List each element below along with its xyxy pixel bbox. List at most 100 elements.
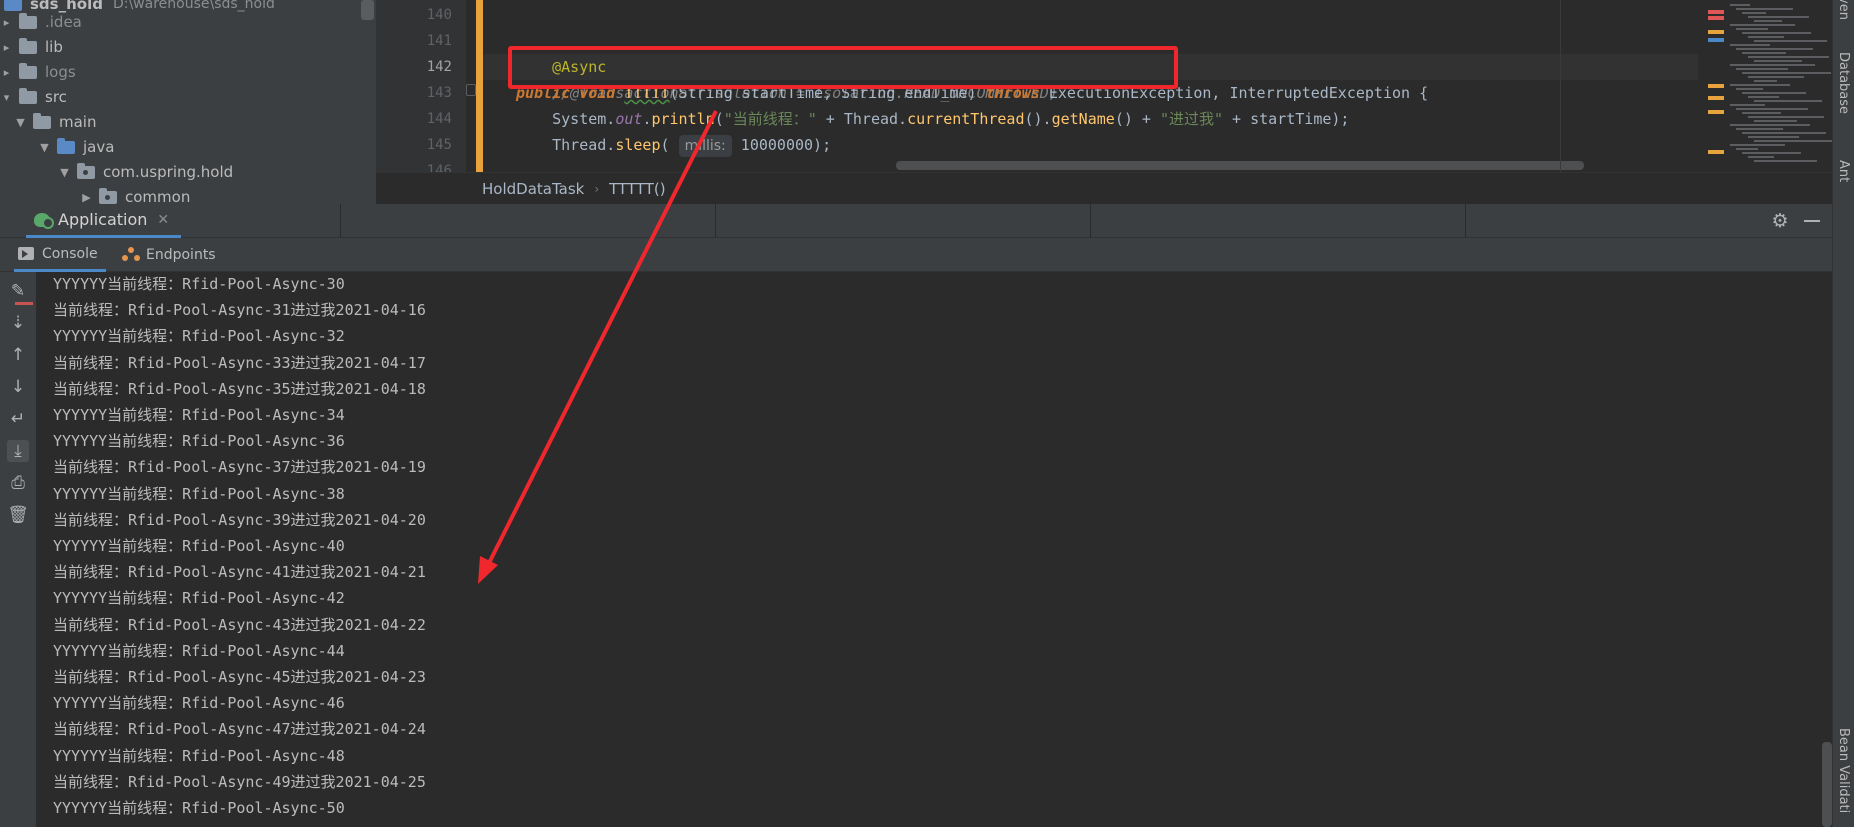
run-tool-window-header: Application ✕ ⚙ — [0, 204, 1832, 238]
sort-down-icon[interactable]: ⇣ — [7, 312, 29, 334]
scroll-to-end-icon[interactable]: ⤓ — [7, 440, 29, 462]
tab-application[interactable]: Application ✕ — [26, 204, 182, 238]
editor-horizontal-scrollbar[interactable] — [896, 161, 1584, 170]
method-call: getName — [1051, 110, 1115, 128]
console-line: YYYYYY当前线程：Rfid-Pool-Async-44 — [53, 641, 345, 660]
code-line-143[interactable]: public void TTTTT(String startTime, Stri… — [516, 80, 1428, 106]
minimap-line — [1736, 128, 1783, 130]
minimap-line — [1748, 56, 1829, 58]
folder-icon — [19, 38, 37, 54]
tree-item-logs[interactable]: ▸ logs — [0, 60, 76, 85]
folder-icon — [19, 13, 37, 29]
minimap-line — [1754, 100, 1822, 102]
minimap-line — [1730, 64, 1815, 66]
line-number-current: 142 — [426, 59, 452, 75]
tree-item-label: src — [45, 88, 67, 106]
endpoints-icon — [122, 247, 140, 263]
trash-icon[interactable]: 🗑 — [7, 504, 29, 526]
minimap-line — [1748, 156, 1774, 158]
breadcrumb-class[interactable]: HoldDataTask — [482, 180, 584, 198]
minimap-line — [1748, 36, 1784, 38]
tree-item-lib[interactable]: ▸ lib — [0, 35, 63, 60]
minimap-line — [1754, 60, 1802, 62]
code-line-142[interactable]: //@Transactional(isolation = Isolation.R… — [516, 54, 1058, 102]
tree-item-label: lib — [45, 38, 63, 56]
bean-validation-tab[interactable]: Bean Validati — [1836, 728, 1851, 813]
minimap-line — [1730, 24, 1795, 26]
tree-item-idea[interactable]: ▸ .idea — [0, 10, 82, 35]
spring-boot-run-icon — [34, 212, 54, 229]
string-literal: "当前线程：" — [723, 110, 817, 128]
chevron-right-icon[interactable]: ▸ — [0, 60, 13, 85]
chevron-right-icon[interactable]: ▸ — [0, 10, 13, 35]
minimap-line — [1748, 16, 1809, 18]
tree-item-main[interactable]: ▼ main — [14, 110, 96, 135]
console-line: 当前线程：Rfid-Pool-Async-35进过我2021-04-18 — [53, 379, 426, 398]
code-editor[interactable]: 140 141 142 143 144 145 146 @Async //@Tr… — [376, 0, 1832, 204]
console-line: 当前线程：Rfid-Pool-Async-45进过我2021-04-23 — [53, 668, 426, 686]
arrow-up-icon[interactable]: ↑ — [7, 344, 29, 366]
chevron-right-icon: › — [594, 181, 600, 196]
tree-item-label: logs — [45, 63, 76, 81]
code-line-144[interactable]: System.out.println("当前线程：" + Thread.curr… — [516, 106, 1349, 132]
minimize-icon[interactable] — [1804, 220, 1820, 222]
tree-item-package[interactable]: ▼ com.uspring.hold — [58, 160, 233, 185]
console-output[interactable]: YYYYYY当前线程：Rfid-Pool-Async-30 当前线程：Rfid-P… — [36, 272, 1832, 827]
tree-item-src[interactable]: ▾ src — [0, 85, 67, 110]
exception-list: ExecutionException, InterruptedException… — [1039, 84, 1429, 102]
console-line: 当前线程：Rfid-Pool-Async-41进过我2021-04-21 — [53, 563, 426, 582]
line-number: 143 — [426, 85, 452, 101]
chevron-right-icon[interactable]: ▶ — [80, 185, 93, 204]
tab-divider — [715, 204, 716, 238]
console-scrollbar[interactable] — [1822, 742, 1832, 827]
tree-item-label: java — [83, 138, 115, 156]
chevron-down-icon[interactable]: ▾ — [0, 85, 13, 110]
tab-application-label: Application — [58, 210, 148, 229]
database-tab[interactable]: Database — [1836, 52, 1851, 114]
method-call: sleep — [615, 136, 661, 154]
console-line: 当前线程：Rfid-Pool-Async-49进过我2021-04-25 — [53, 772, 426, 791]
clear-all-icon[interactable]: ✎ — [7, 280, 33, 305]
chevron-right-icon[interactable]: ▸ — [0, 35, 13, 60]
method-call: println — [651, 110, 715, 128]
minimap-line — [1730, 44, 1770, 46]
line-number: 141 — [426, 33, 452, 49]
minimap-line — [1748, 76, 1804, 78]
fold-icon[interactable] — [466, 84, 476, 96]
code-token: 10000000); — [731, 136, 832, 154]
code-line-145[interactable]: Thread.sleep( millis: 10000000); — [516, 132, 831, 158]
code-token: ( — [660, 136, 679, 154]
chevron-down-icon[interactable]: ▼ — [58, 160, 71, 185]
tree-item-java[interactable]: ▼ java — [38, 135, 114, 160]
code-line-141[interactable]: @Async — [516, 28, 606, 76]
gear-icon[interactable]: ⚙ — [1770, 211, 1790, 231]
minimap-marker — [1708, 110, 1724, 114]
vcs-change-marker[interactable] — [476, 0, 483, 172]
tree-item-common[interactable]: ▶ common — [80, 185, 190, 204]
maven-tab[interactable]: ven — [1836, 0, 1851, 20]
tab-endpoints[interactable]: Endpoints — [114, 238, 224, 272]
console-line: YYYYYY当前线程：Rfid-Pool-Async-46 — [53, 694, 345, 713]
console-line: YYYYYY当前线程：Rfid-Pool-Async-50 — [53, 799, 345, 817]
minimap-line — [1742, 92, 1806, 94]
tree-scrollbar[interactable] — [361, 0, 374, 20]
console-line: YYYYYY当前线程：Rfid-Pool-Async-42 — [53, 589, 345, 608]
soft-wrap-icon[interactable]: ↵ — [7, 408, 29, 430]
code-minimap[interactable] — [1698, 0, 1842, 172]
print-icon[interactable]: ⎙ — [7, 472, 29, 494]
console-line: YYYYYY当前线程：Rfid-Pool-Async-32 — [53, 327, 345, 346]
close-icon[interactable]: ✕ — [157, 212, 169, 228]
parameter-hint: millis: — [678, 135, 732, 157]
minimap-line — [1730, 144, 1785, 146]
chevron-down-icon[interactable]: ▼ — [38, 135, 51, 160]
tab-console[interactable]: Console — [14, 238, 106, 272]
console-line: 当前线程：Rfid-Pool-Async-33进过我2021-04-17 — [53, 353, 426, 372]
chevron-down-icon[interactable]: ▼ — [14, 110, 27, 135]
code-token: () + — [1114, 110, 1160, 128]
minimap-line — [1730, 104, 1765, 106]
arrow-down-icon[interactable]: ↓ — [7, 376, 29, 398]
minimap-marker — [1708, 10, 1724, 14]
console-line: YYYYYY当前线程：Rfid-Pool-Async-40 — [53, 537, 345, 555]
ant-tab[interactable]: Ant — [1836, 160, 1851, 182]
breadcrumb-method[interactable]: TTTTT() — [609, 180, 665, 198]
